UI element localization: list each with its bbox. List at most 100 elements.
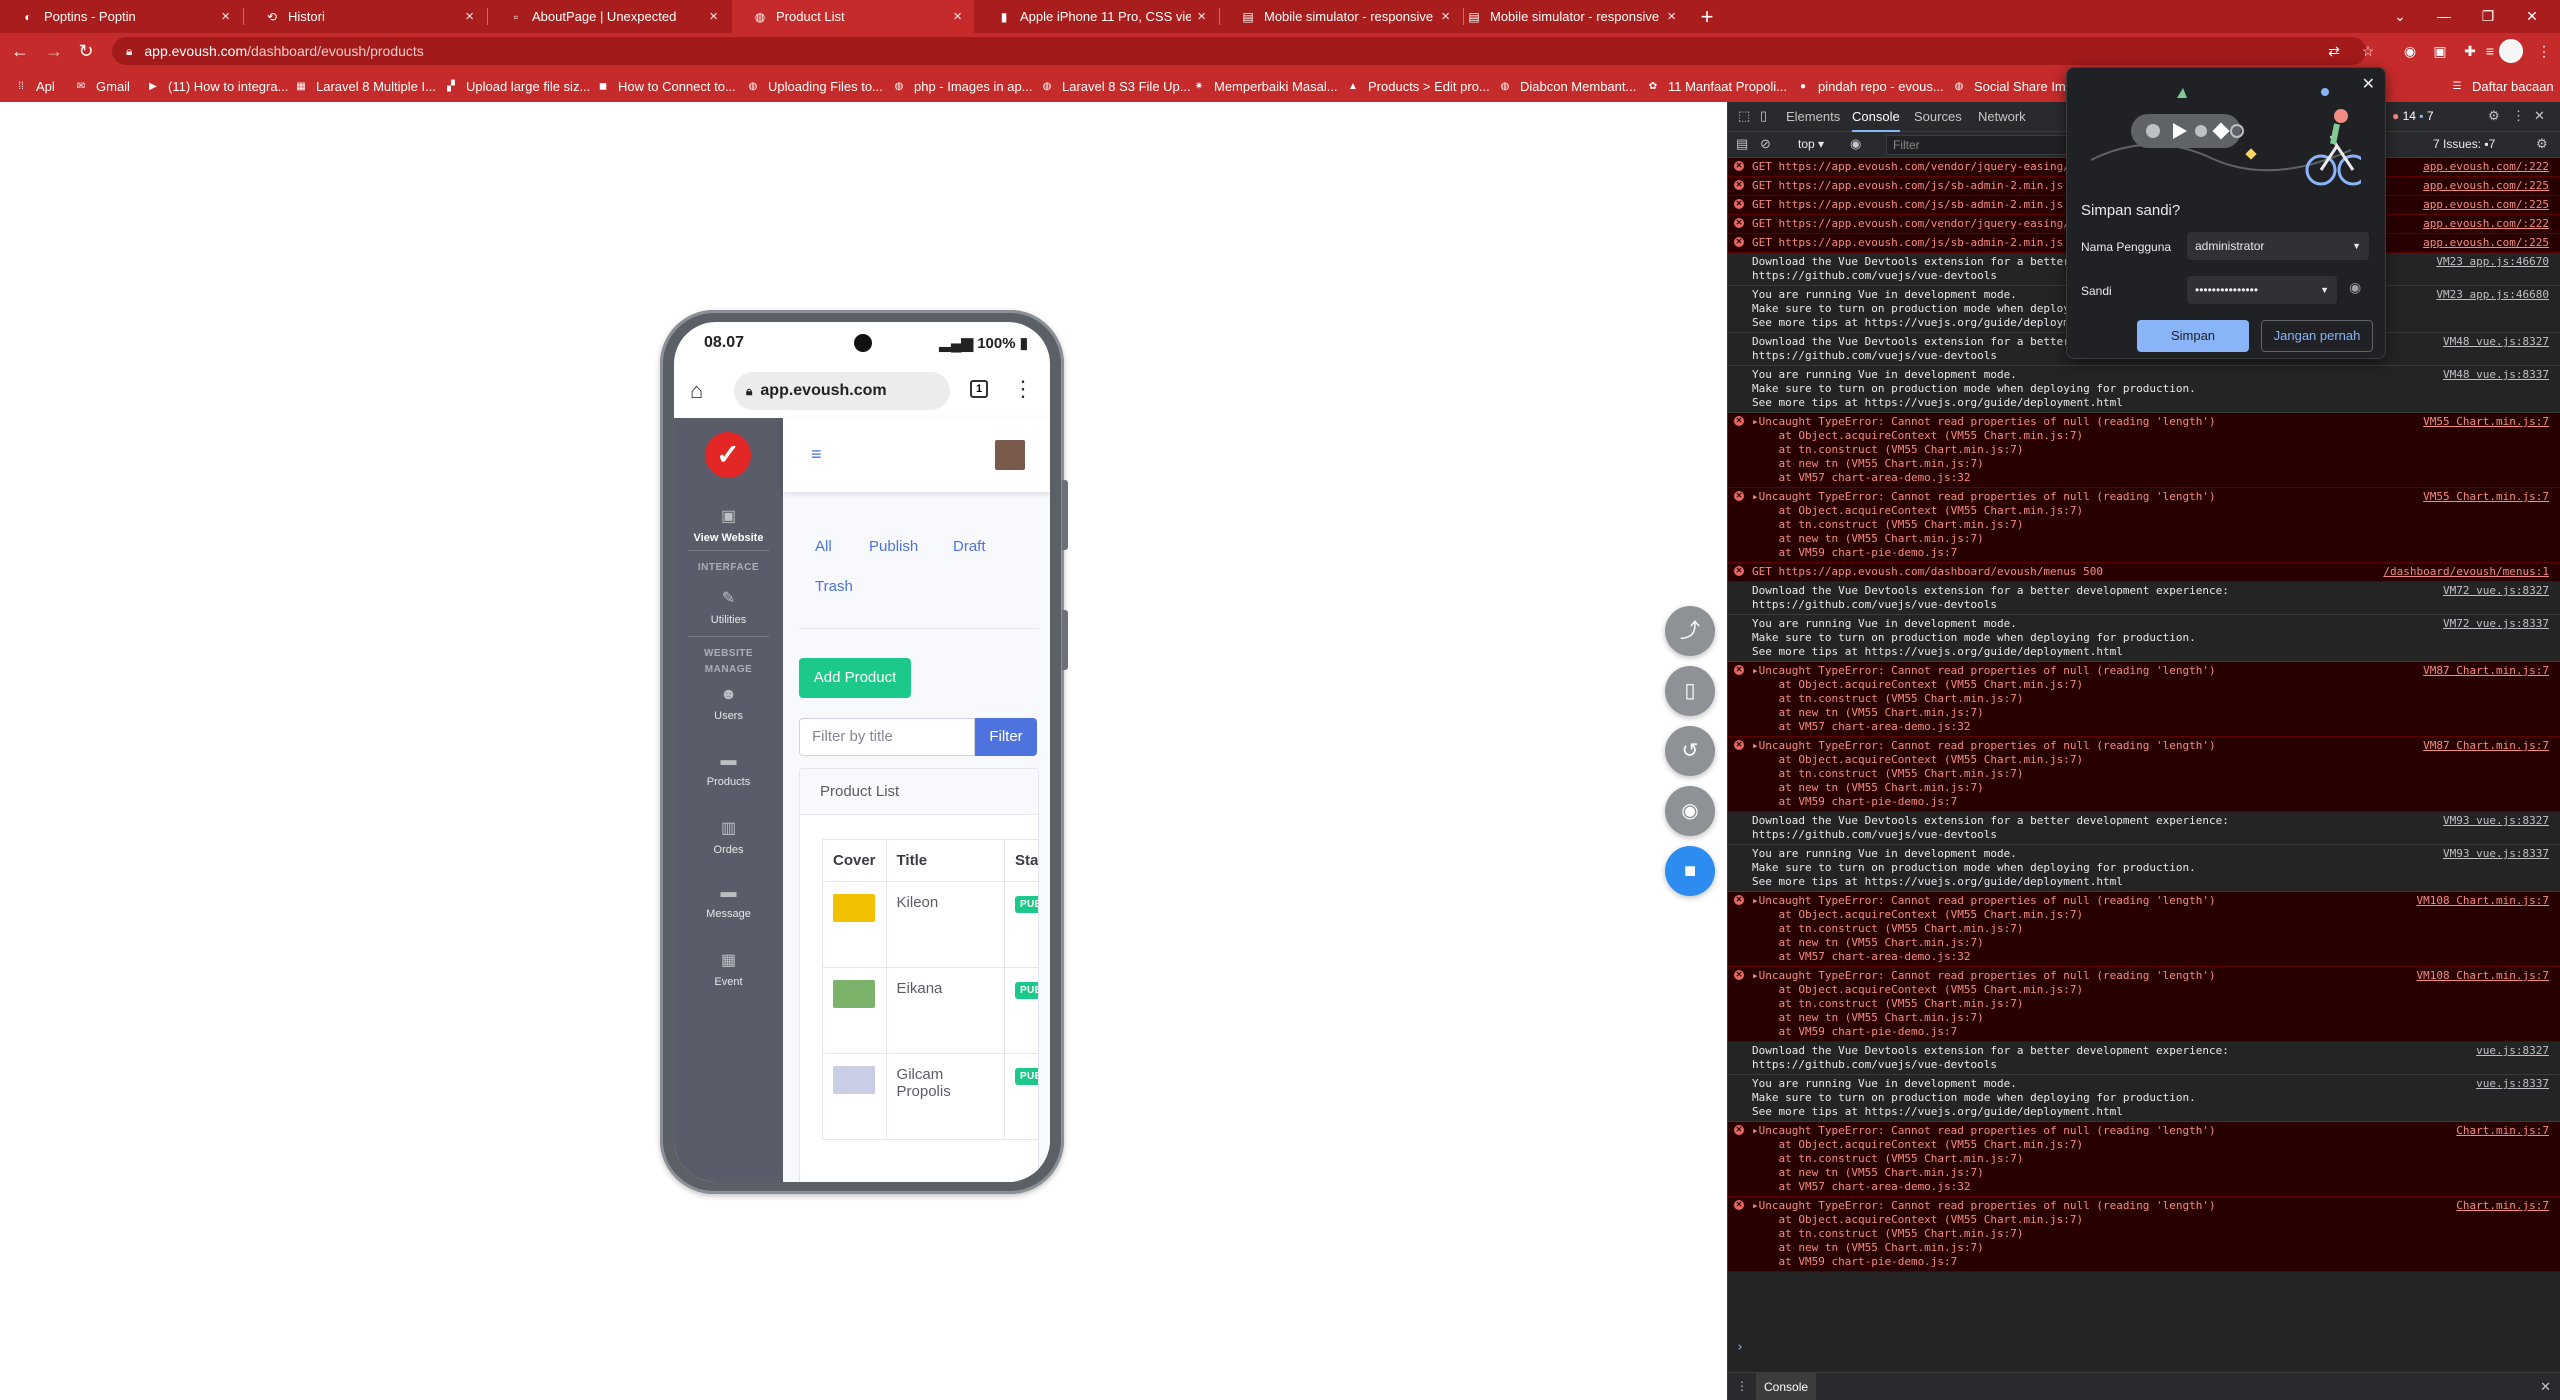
close-tab-icon[interactable]: × (1197, 8, 1206, 25)
extension-icon[interactable]: ▣ (2428, 39, 2452, 63)
sidebar-item-products[interactable]: ▬ Products (674, 752, 783, 788)
devtools-tab-network[interactable]: Network (1978, 102, 2026, 132)
console-error-message[interactable]: ✕ ▸Uncaught TypeError: Cannot read proper… (1728, 1197, 2560, 1272)
sidebar-item-view-website[interactable]: ▣ View Website (674, 506, 783, 544)
console-error-message[interactable]: ✕ ▸Uncaught TypeError: Cannot read proper… (1728, 413, 2560, 488)
sidebar-toggle-icon[interactable]: ▤ (1736, 136, 1748, 152)
tab-histori[interactable]: ⟲ Histori × (244, 0, 486, 33)
console-error-message[interactable]: ✕ ▸Uncaught TypeError: Cannot read proper… (1728, 967, 2560, 1042)
source-link[interactable]: VM87 Chart.min.js:7 (2423, 739, 2549, 753)
source-link[interactable]: VM23 app.js:46680 (2436, 288, 2549, 302)
tab-trash[interactable]: Trash (815, 578, 853, 595)
bookmark-item[interactable]: ◍ Uploading Files to... (746, 77, 883, 95)
url-bar[interactable]: 🔒︎ app.evoush.com/dashboard/evoush/produ… (112, 37, 2366, 65)
sidebar-item-message[interactable]: ▬ Message (674, 884, 783, 920)
new-tab-button[interactable]: + (1694, 4, 1720, 30)
gear-icon[interactable]: ⚙ (2536, 136, 2548, 152)
tab-aboutpage[interactable]: ▫ AboutPage | Unexpected × (488, 0, 730, 33)
tab-mobile-simulator-1[interactable]: ▤ Mobile simulator - responsive te × (1220, 0, 1462, 33)
video-camera-icon[interactable]: ■ (1665, 846, 1715, 896)
bookmark-item[interactable]: ▞ Upload large file siz... (444, 77, 590, 95)
star-icon[interactable]: ☆ (2356, 39, 2380, 63)
table-row[interactable]: Eikana PUBLISH (822, 967, 1038, 1054)
source-link[interactable]: VM23 app.js:46670 (2436, 255, 2549, 269)
extension-icon[interactable]: ◉ (2398, 39, 2422, 63)
share-icon[interactable]: ⤴ (1665, 606, 1715, 656)
tab-product-list[interactable]: ◍ Product List × (732, 0, 974, 33)
source-link[interactable]: VM93 vue.js:8337 (2443, 847, 2549, 861)
bookmark-gmail[interactable]: ✉ Gmail (74, 77, 130, 95)
kebab-menu-icon[interactable]: ⋮ (1736, 1379, 1748, 1393)
bookmark-item[interactable]: ✷ Memperbaiki Masal... (1192, 77, 1338, 95)
console-error-message[interactable]: ✕ ▸Uncaught TypeError: Cannot read proper… (1728, 892, 2560, 967)
close-tab-icon[interactable]: × (709, 8, 718, 25)
source-link[interactable]: app.evoush.com/:225 (2423, 236, 2549, 250)
bookmark-apps[interactable]: ⁞⁞ Apl (14, 77, 55, 95)
close-icon[interactable]: ✕ (2534, 108, 2545, 124)
console-log-message[interactable]: You are running Vue in development mode.… (1728, 615, 2560, 662)
source-link[interactable]: VM72 vue.js:8327 (2443, 584, 2549, 598)
bookmark-item[interactable]: ▶ (11) How to integra... (146, 77, 288, 95)
console-error-message[interactable]: ✕ GET https://app.evoush.com/dashboard/ev… (1728, 563, 2560, 582)
source-link[interactable]: VM55 Chart.min.js:7 (2423, 415, 2549, 429)
profile-avatar[interactable] (2499, 39, 2523, 63)
tab-switcher-icon[interactable]: 1 (970, 380, 988, 398)
restore-button[interactable]: ❐ (2466, 0, 2510, 33)
tab-all[interactable]: All (815, 538, 832, 555)
mobile-url-bar[interactable]: 🔒︎ app.evoush.com (734, 372, 950, 410)
console-log-message[interactable]: Download the Vue Devtools extension for … (1728, 582, 2560, 615)
source-link[interactable]: VM87 Chart.min.js:7 (2423, 664, 2549, 678)
filter-input[interactable]: Filter by title (799, 718, 975, 756)
drawer-tab-console[interactable]: Console (1756, 1373, 1817, 1400)
console-error-message[interactable]: ✕ ▸Uncaught TypeError: Cannot read proper… (1728, 488, 2560, 563)
source-link[interactable]: VM108 Chart.min.js:7 (2417, 894, 2549, 908)
sidebar-item-orders[interactable]: ▥ Ordes (674, 818, 783, 856)
console-log-message[interactable]: Download the Vue Devtools extension for … (1728, 812, 2560, 845)
reading-list[interactable]: ☰ Daftar bacaan (2450, 77, 2554, 95)
source-link[interactable]: vue.js:8337 (2476, 1077, 2549, 1091)
bookmark-item[interactable]: ● pindah repo - evous... (1796, 77, 1944, 95)
device-icon[interactable]: ▯ (1665, 666, 1715, 716)
bookmark-item[interactable]: ✿ 11 Manfaat Propoli... (1646, 77, 1787, 95)
tab-search-icon[interactable]: ⌄ (2378, 0, 2422, 33)
source-link[interactable]: app.evoush.com/:225 (2423, 198, 2549, 212)
minimize-button[interactable]: — (2422, 0, 2466, 33)
never-save-button[interactable]: Jangan pernah (2261, 320, 2373, 352)
add-product-button[interactable]: Add Product (799, 658, 911, 698)
console-log-message[interactable]: You are running Vue in development mode.… (1728, 366, 2560, 413)
kebab-menu-icon[interactable]: ⋮ (1012, 376, 1034, 402)
source-link[interactable]: vue.js:8327 (2476, 1044, 2549, 1058)
inspect-icon[interactable]: ⬚ (1738, 108, 1750, 124)
kebab-menu-icon[interactable]: ⋮ (2512, 108, 2525, 124)
console-prompt[interactable]: › (1736, 1340, 1744, 1355)
password-field[interactable]: ••••••••••••••• ▼ (2187, 276, 2337, 304)
error-count-badge[interactable]: ● 14 ▪ 7 (2392, 109, 2434, 123)
table-row[interactable]: Gilcam Propolis PUBLISH (822, 1053, 1038, 1140)
bookmark-item[interactable]: ◍ Laravel 8 S3 File Up... (1040, 77, 1191, 95)
user-avatar[interactable] (995, 440, 1025, 470)
console-error-message[interactable]: ✕ ▸Uncaught TypeError: Cannot read proper… (1728, 1122, 2560, 1197)
sidebar-item-utilities[interactable]: ✎ Utilities (674, 588, 783, 626)
tab-iphone-viewport[interactable]: ▮ Apple iPhone 11 Pro, CSS viewpo × (976, 0, 1218, 33)
source-link[interactable]: Chart.min.js:7 (2456, 1199, 2549, 1213)
devtools-tab-console[interactable]: Console (1852, 102, 1900, 132)
rotate-icon[interactable]: ↺ (1665, 726, 1715, 776)
close-tab-icon[interactable]: × (953, 8, 962, 25)
device-toggle-icon[interactable]: ▯ (1760, 108, 1767, 124)
filter-button[interactable]: Filter (975, 718, 1037, 756)
source-link[interactable]: app.evoush.com/:222 (2423, 217, 2549, 231)
close-window-button[interactable]: ✕ (2510, 0, 2554, 33)
bookmark-item[interactable]: ◍ php - Images in ap... (892, 77, 1033, 95)
table-row[interactable]: Kileon PUBLISH (822, 881, 1038, 968)
bookmark-item[interactable]: ◍ Diabcon Membant... (1498, 77, 1637, 95)
camera-icon[interactable]: ◉ (1665, 786, 1715, 836)
tab-publish[interactable]: Publish (869, 538, 918, 555)
kebab-menu-icon[interactable]: ⋮ (2532, 39, 2556, 63)
clear-console-icon[interactable]: ⊘ (1760, 136, 1771, 152)
console-error-message[interactable]: ✕ ▸Uncaught TypeError: Cannot read proper… (1728, 737, 2560, 812)
close-tab-icon[interactable]: × (1667, 8, 1676, 25)
hamburger-icon[interactable]: ≡ (811, 444, 822, 465)
source-link[interactable]: VM108 Chart.min.js:7 (2417, 969, 2549, 983)
source-link[interactable]: app.evoush.com/:222 (2423, 160, 2549, 174)
brand-logo[interactable]: ✓ (705, 432, 751, 478)
